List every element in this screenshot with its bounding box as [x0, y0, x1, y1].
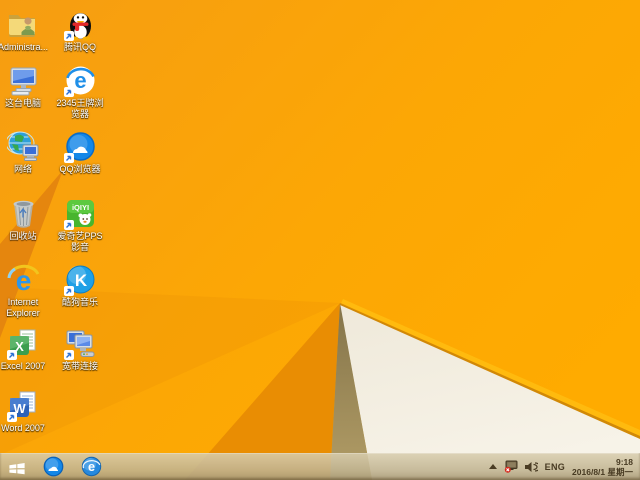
desktop-icon-qq-browser[interactable]: QQ浏览器 [51, 130, 109, 175]
icon-label: 这台电脑 [4, 98, 41, 108]
taskbar: e ENG 9:18 2016/8/1 星期一 [0, 453, 640, 480]
icon-label: 宽带连接 [61, 361, 98, 371]
desktop-icon-word-2007[interactable]: W Word 2007 [0, 389, 52, 434]
icon-label: 网络 [13, 164, 32, 174]
ie-icon: e [81, 456, 101, 477]
svg-text:iQIYI: iQIYI [71, 203, 88, 212]
taskbar-item-qq-browser[interactable] [34, 453, 72, 480]
svg-text:e: e [74, 68, 86, 93]
language-indicator[interactable]: ENG [545, 462, 565, 472]
svg-text:K: K [74, 271, 87, 290]
shortcut-arrow-icon [63, 153, 74, 163]
folder-user-icon [8, 15, 35, 37]
icon-label: Administra... [0, 42, 48, 52]
desktop-icon-network[interactable]: 网络 [0, 130, 52, 175]
desktop-icon-internet-explorer[interactable]: e Internet Explorer [0, 263, 52, 319]
shortcut-arrow-icon [63, 220, 74, 230]
volume-icon[interactable] [524, 461, 538, 473]
shortcut-arrow-icon [63, 350, 74, 360]
icon-label: Internet Explorer [6, 297, 40, 318]
desktop: Administra... 腾讯QQ 这台电脑 e 2345王牌浏览器 网络 Q… [0, 0, 640, 480]
shortcut-arrow-icon [63, 286, 74, 296]
icon-label: 酷狗音乐 [61, 297, 98, 307]
clock-date: 2016/8/1 星期一 [572, 466, 633, 477]
desktop-icon-tencent-qq[interactable]: 腾讯QQ [51, 8, 109, 53]
shortcut-arrow-icon [6, 350, 17, 360]
icon-label: 爱奇艺PPS 影音 [57, 231, 103, 252]
start-button[interactable] [0, 453, 34, 480]
network-status-icon[interactable] [504, 460, 518, 473]
clock-time: 9:18 [615, 456, 633, 467]
computer-icon [10, 67, 36, 96]
taskbar-item-internet-explorer[interactable]: e [72, 453, 110, 480]
windows-logo-icon [9, 463, 25, 475]
desktop-icon-iqiyi-pps[interactable]: iQIYI 爱奇艺PPS 影音 [51, 197, 109, 253]
icon-label: 2345王牌浏览器 [56, 98, 104, 119]
icon-label: QQ浏览器 [59, 164, 101, 174]
shortcut-arrow-icon [6, 412, 17, 422]
desktop-icon-recycle-bin[interactable]: 回收站 [0, 197, 52, 242]
taskbar-clock[interactable]: 9:18 2016/8/1 星期一 [572, 457, 633, 477]
system-tray: ENG 9:18 2016/8/1 星期一 [488, 457, 640, 477]
desktop-icon-2345-browser[interactable]: e 2345王牌浏览器 [51, 64, 109, 120]
globe-network-icon [6, 131, 38, 161]
icon-label: Word 2007 [1, 423, 45, 433]
icon-label: Excel 2007 [0, 361, 46, 371]
desktop-icon-administrator-folder[interactable]: Administra... [0, 8, 52, 53]
icon-label: 回收站 [9, 231, 37, 241]
icon-label: 腾讯QQ [63, 42, 96, 52]
desktop-icon-excel-2007[interactable]: X Excel 2007 [0, 327, 52, 372]
desktop-icon-broadband-connection[interactable]: 宽带连接 [51, 327, 109, 372]
show-hidden-icons-button[interactable] [488, 464, 497, 469]
svg-text:e: e [15, 265, 31, 296]
recycle-bin-icon [13, 200, 33, 228]
qq-browser-icon [43, 456, 63, 477]
desktop-icon-this-pc[interactable]: 这台电脑 [0, 64, 52, 109]
ie-icon: e [7, 264, 39, 296]
shortcut-arrow-icon [63, 87, 74, 97]
desktop-icon-kugou-music[interactable]: K 酷狗音乐 [51, 263, 109, 308]
shortcut-arrow-icon [63, 31, 74, 41]
